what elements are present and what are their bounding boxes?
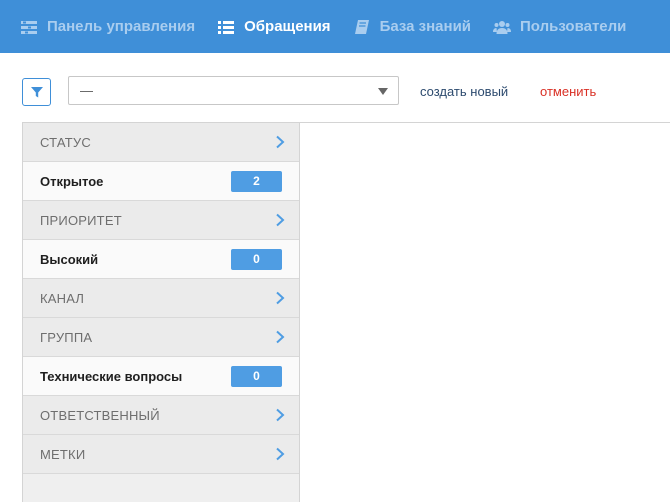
filter-priority-header[interactable]: ПРИОРИТЕТ — [23, 201, 299, 240]
nav-item-label: База знаний — [379, 18, 472, 35]
count-badge: 0 — [231, 248, 282, 270]
filter-toggle-button[interactable] — [22, 78, 51, 106]
dashboard-icon — [21, 20, 37, 34]
filter-panel: СТАТУС Открытое 2 ПРИОРИТЕТ Высокий 0 КА… — [22, 122, 300, 502]
filter-group-header[interactable]: ГРУППА — [23, 318, 299, 357]
nav-item-dashboard[interactable]: Панель управления — [20, 18, 195, 35]
nav-item-label: Панель управления — [47, 18, 196, 35]
nav-item-knowledge-base[interactable]: База знаний — [353, 18, 471, 35]
filter-group-value: Технические вопросы — [40, 368, 183, 384]
filter-preset-select[interactable]: — — [68, 76, 399, 105]
chevron-right-icon — [276, 447, 285, 461]
top-navigation: Панель управления Обращения База знаний … — [0, 0, 670, 53]
chevron-down-icon — [378, 88, 388, 95]
filter-assignee-label: ОТВЕТСТВЕННЫЙ — [40, 407, 160, 423]
nav-item-label: Пользователи — [520, 18, 627, 35]
chevron-right-icon — [276, 213, 285, 227]
chevron-right-icon — [276, 291, 285, 305]
users-icon — [493, 20, 512, 34]
filter-group-value-row[interactable]: Технические вопросы 0 — [23, 357, 299, 396]
filter-status-value-row[interactable]: Открытое 2 — [23, 162, 299, 201]
filter-status-header[interactable]: СТАТУС — [23, 123, 299, 162]
chevron-right-icon — [276, 135, 285, 149]
filter-channel-header[interactable]: КАНАЛ — [23, 279, 299, 318]
filter-assignee-header[interactable]: ОТВЕТСТВЕННЫЙ — [23, 396, 299, 435]
create-new-link[interactable]: создать новый — [420, 84, 508, 99]
list-icon — [218, 20, 235, 34]
filter-tags-label: МЕТКИ — [40, 446, 86, 462]
chevron-right-icon — [276, 330, 285, 344]
filter-status-label: СТАТУС — [40, 134, 91, 150]
filter-tags-header[interactable]: МЕТКИ — [23, 435, 299, 474]
cancel-link[interactable]: отменить — [540, 84, 596, 99]
book-icon — [354, 19, 369, 34]
count-badge: 2 — [231, 170, 282, 192]
nav-item-label: Обращения — [244, 18, 331, 35]
filter-channel-label: КАНАЛ — [40, 290, 85, 306]
select-value: — — [80, 83, 93, 98]
nav-item-tickets[interactable]: Обращения — [217, 18, 331, 35]
filter-status-value: Открытое — [40, 173, 104, 189]
chevron-right-icon — [276, 408, 285, 422]
filter-priority-value-row[interactable]: Высокий 0 — [23, 240, 299, 279]
count-badge: 0 — [231, 365, 282, 387]
filter-priority-label: ПРИОРИТЕТ — [40, 212, 122, 228]
nav-item-users[interactable]: Пользователи — [493, 18, 626, 35]
filter-group-label: ГРУППА — [40, 329, 93, 345]
divider — [300, 122, 670, 123]
filter-priority-value: Высокий — [40, 251, 99, 267]
filter-icon — [30, 87, 43, 98]
